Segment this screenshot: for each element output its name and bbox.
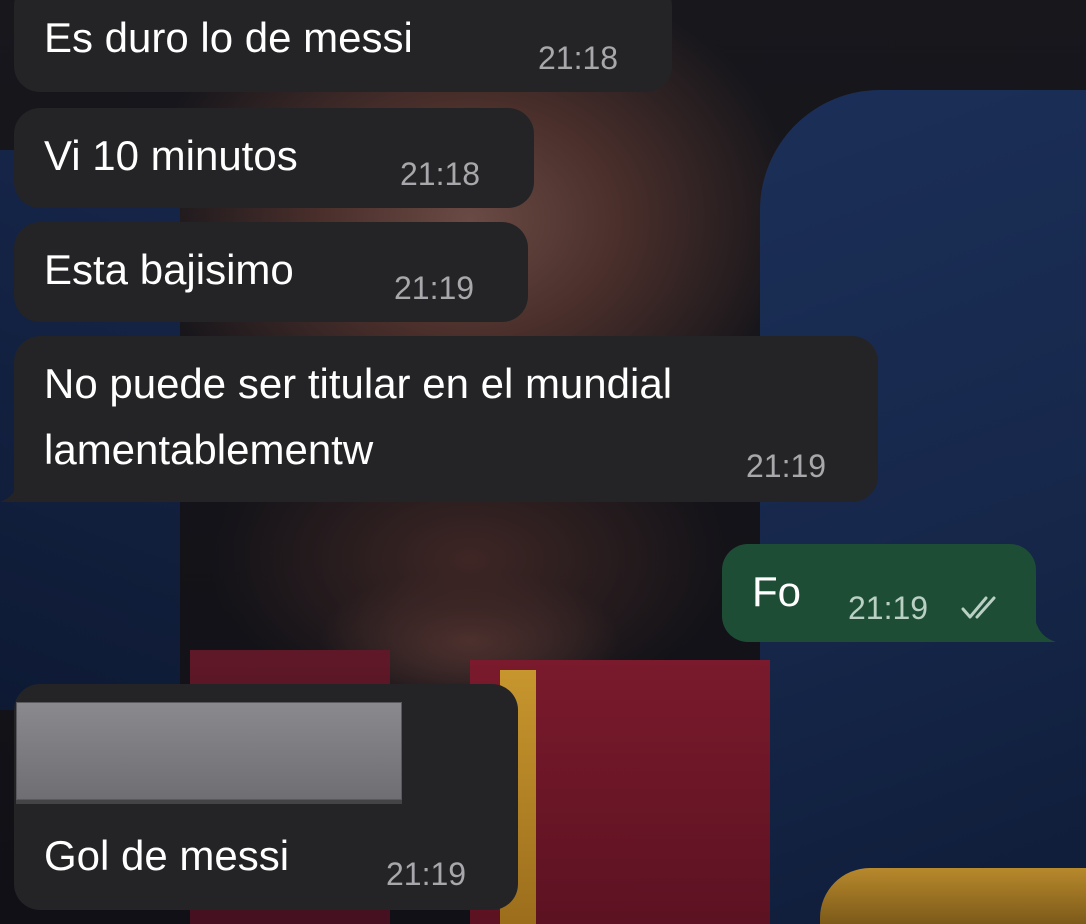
message-text: Esta bajisimo bbox=[44, 246, 294, 293]
message-timestamp: 21:18 bbox=[538, 40, 619, 76]
message-timestamp: 21:18 bbox=[400, 156, 481, 192]
bubble-tail-outgoing bbox=[1022, 612, 1056, 642]
double-check-icon bbox=[961, 596, 996, 619]
message-bubble-incoming[interactable]: Vi 10 minutos 21:18 bbox=[14, 108, 534, 208]
message-timestamp: 21:19 bbox=[746, 448, 827, 484]
wallpaper-shirt-blue bbox=[760, 90, 1086, 924]
message-text: Vi 10 minutos bbox=[44, 132, 298, 179]
message-timestamp: 21:19 bbox=[394, 270, 475, 306]
wallpaper-crest bbox=[820, 868, 1086, 924]
message-bubble-incoming[interactable]: Esta bajisimo 21:19 bbox=[14, 222, 528, 322]
bubble-tail-incoming bbox=[0, 472, 30, 502]
message-text-line-1: No puede ser titular en el mundial bbox=[44, 360, 673, 407]
message-text: Es duro lo de messi bbox=[44, 14, 413, 61]
message-bubble-outgoing[interactable]: Fo 21:19 bbox=[722, 544, 1036, 642]
message-text-line-2: lamentablementw bbox=[44, 426, 374, 473]
message-text: Fo bbox=[752, 568, 802, 615]
message-timestamp: 21:19 bbox=[386, 856, 467, 892]
message-bubble-incoming[interactable]: Gol de messi 21:19 bbox=[14, 684, 518, 910]
redacted-attachment-preview[interactable] bbox=[16, 702, 402, 800]
message-bubble-incoming[interactable]: Es duro lo de messi 21:18 bbox=[14, 0, 672, 92]
message-text: Gol de messi bbox=[44, 832, 290, 879]
message-timestamp: 21:19 bbox=[848, 590, 929, 626]
message-bubble-incoming[interactable]: No puede ser titular en el mundial lamen… bbox=[14, 336, 878, 502]
